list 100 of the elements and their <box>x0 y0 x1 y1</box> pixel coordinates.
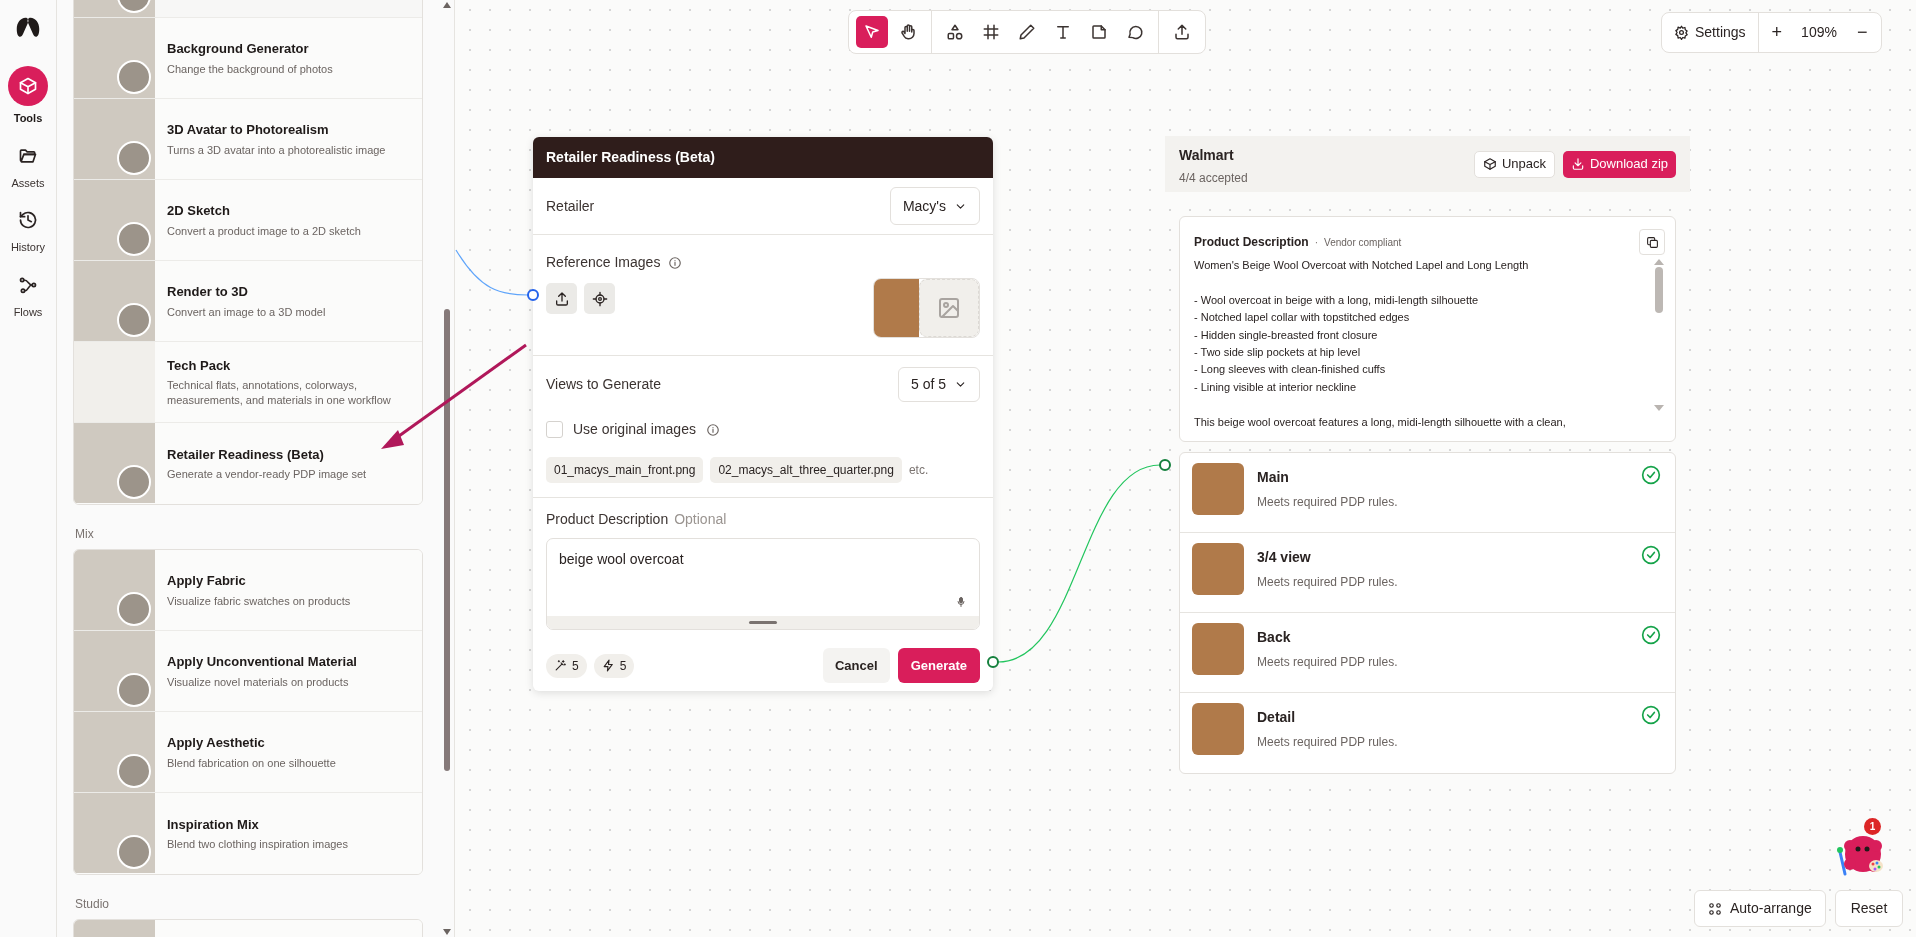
tool-card[interactable]: Render to 3D Convert an image to a 3D model <box>74 261 422 342</box>
field-label: Product Description <box>546 510 669 529</box>
settings-icon <box>1674 25 1689 40</box>
tool-description: Blend two clothing inspiration images <box>167 837 348 853</box>
rail-item[interactable]: History <box>2 203 54 258</box>
tool-card[interactable]: Inspiration Mix Blend two clothing inspiration images <box>74 793 422 874</box>
tool-description: Technical flats, annotations, colorways, measurements, and materials in one workflow <box>167 378 392 409</box>
upload-icon <box>1173 23 1191 41</box>
view-name: Back <box>1257 628 1292 648</box>
rail-item[interactable]: Tools <box>2 64 54 129</box>
tool-description: Convert an image to a 3D model <box>167 304 326 320</box>
copy-icon <box>1645 235 1659 249</box>
tool-title: Render to 3D <box>167 283 249 302</box>
image-icon <box>937 296 961 320</box>
checkbox[interactable] <box>546 421 563 438</box>
description-text: Women's Beige Wool Overcoat with Notched Lapel and Long Length - Wool overcoat in beige with a long, midi-length silhouette - Notched lapel collar with topstitched edges - Hidden single-breasted front closure - Two side slip pockets at hip level - Long sleeves with clean-finished cuffs - Lining visible at interior neckline This beige wool overcoat features a long, midi-length silhouette with a clean, <box>1194 258 1566 430</box>
tool-card[interactable]: Tech Pack Technical flats, annotations, colorways, measurements, and materials in one workflow <box>74 342 422 423</box>
compliance-label: Vendor compliant <box>1324 235 1402 250</box>
tool-description: Convert a product image to a 2D sketch <box>167 223 361 239</box>
hand-icon <box>899 23 917 41</box>
tool-card[interactable]: Background Generator Change the background of photos <box>74 18 422 99</box>
view-row[interactable]: 3/4 view Meets required PDP rules. <box>1180 533 1675 614</box>
file-chip: 02_macys_alt_three_quarter.png <box>710 457 902 483</box>
shapes-icon <box>946 23 964 41</box>
field-label: Views to Generate <box>546 375 661 394</box>
package-icon <box>1482 157 1497 171</box>
tool-card[interactable]: 2D Sketch Convert a product image to a 2D sketch <box>74 180 422 261</box>
zoom-out-button[interactable]: − <box>1842 19 1882 46</box>
pencil-icon <box>1018 23 1036 41</box>
field-label: Reference Images <box>546 253 661 272</box>
result-title: Walmart <box>1179 146 1235 165</box>
unpack-button[interactable]: Unpack <box>1473 150 1555 178</box>
view-status: Meets required PDP rules. <box>1257 494 1399 512</box>
tool-description: Change the background of photos <box>167 61 333 77</box>
tool-title: Retailer Readiness (Beta) <box>167 445 325 464</box>
photo-placeholder <box>1192 543 1244 596</box>
generate-button[interactable]: Generate <box>897 648 980 683</box>
description-field[interactable]: beige wool overcoat <box>546 538 980 630</box>
microphone-icon <box>955 596 967 608</box>
tool-title: Apply Aesthetic <box>167 734 266 753</box>
tool-description: Generate a vendor-ready PDP image set <box>167 467 367 483</box>
result-subtitle: 4/4 accepted <box>1179 170 1248 187</box>
settings-button[interactable]: Settings <box>1662 13 1759 52</box>
view-row[interactable]: Back Meets required PDP rules. <box>1180 613 1675 694</box>
zoom-in-button[interactable]: + <box>1758 19 1796 46</box>
pointer-icon <box>863 23 881 41</box>
upload-button[interactable] <box>546 283 577 314</box>
photo-placeholder <box>1192 463 1244 516</box>
comment-icon <box>1126 23 1144 41</box>
photo-placeholder <box>1192 623 1244 676</box>
rail-item[interactable]: Assets <box>2 138 54 193</box>
target-button[interactable] <box>584 283 615 314</box>
field-label: Retailer <box>546 196 595 216</box>
info-icon <box>668 255 683 270</box>
tool-title: Tech Pack <box>167 356 232 375</box>
tool-card[interactable]: Retailer Readiness (Beta) Generate a vendor-ready PDP image set <box>74 423 422 504</box>
tool-title: Apply Unconventional Material <box>167 653 357 672</box>
history-icon <box>18 210 38 230</box>
views-dropdown[interactable]: 5 of 5 <box>897 367 980 402</box>
package-icon <box>18 76 38 96</box>
reset-button[interactable]: Reset <box>1834 890 1904 927</box>
view-name: Main <box>1257 468 1290 488</box>
view-status: Meets required PDP rules. <box>1257 574 1399 592</box>
tool-card[interactable]: Apply Fabric Visualize fabric swatches on products <box>74 550 422 631</box>
rail-item[interactable]: Flows <box>2 267 54 322</box>
tool-description: Visualize novel materials on products <box>167 674 350 690</box>
view-row[interactable]: Detail Meets required PDP rules. <box>1180 693 1675 774</box>
magic-wand-icon <box>554 659 567 672</box>
lightning-icon <box>601 659 615 672</box>
view-status: Meets required PDP rules. <box>1257 654 1399 672</box>
cancel-button[interactable]: Cancel <box>823 648 890 683</box>
photo-placeholder <box>1192 703 1244 756</box>
view-name: Detail <box>1257 708 1297 728</box>
tool-description: Visualize fabric swatches on products <box>167 593 351 609</box>
copy-button[interactable] <box>1639 229 1665 255</box>
more-files: etc. <box>908 462 929 479</box>
section-label: Studio <box>74 896 111 913</box>
separator: · <box>1314 235 1319 250</box>
notification-badge: 1 <box>1864 818 1881 835</box>
checkbox-label: Use original images <box>573 420 696 439</box>
frame-icon <box>982 23 1000 41</box>
retailer-dropdown[interactable]: Macy's <box>889 187 980 225</box>
view-row[interactable]: Main Meets required PDP rules. <box>1180 453 1675 534</box>
target-icon <box>591 290 608 307</box>
tool-title: Apply Fabric <box>167 572 247 591</box>
upload-icon <box>553 290 570 307</box>
grid-icon <box>1708 901 1722 916</box>
download-button[interactable]: Download zip <box>1562 150 1676 178</box>
photo-placeholder <box>874 279 919 337</box>
text-icon <box>1054 23 1072 41</box>
resize-handle[interactable] <box>749 621 777 624</box>
tool-card[interactable]: Apply Aesthetic Blend fabrication on one silhouette <box>74 712 422 793</box>
auto-arrange-button[interactable]: Auto-arrange <box>1694 890 1826 927</box>
card-title: Product Description <box>1194 234 1309 251</box>
tool-description: Turns a 3D avatar into a photorealistic image <box>167 142 386 158</box>
tool-title: 3D Avatar to Photorealism <box>167 121 330 140</box>
tool-card[interactable]: Apply Unconventional Material Visualize novel materials on products <box>74 631 422 712</box>
tool-card[interactable]: 3D Avatar to Photorealism Turns a 3D avatar into a photorealistic image <box>74 99 422 180</box>
tool-title: Inspiration Mix <box>167 815 260 834</box>
section-label: Mix <box>74 526 95 543</box>
